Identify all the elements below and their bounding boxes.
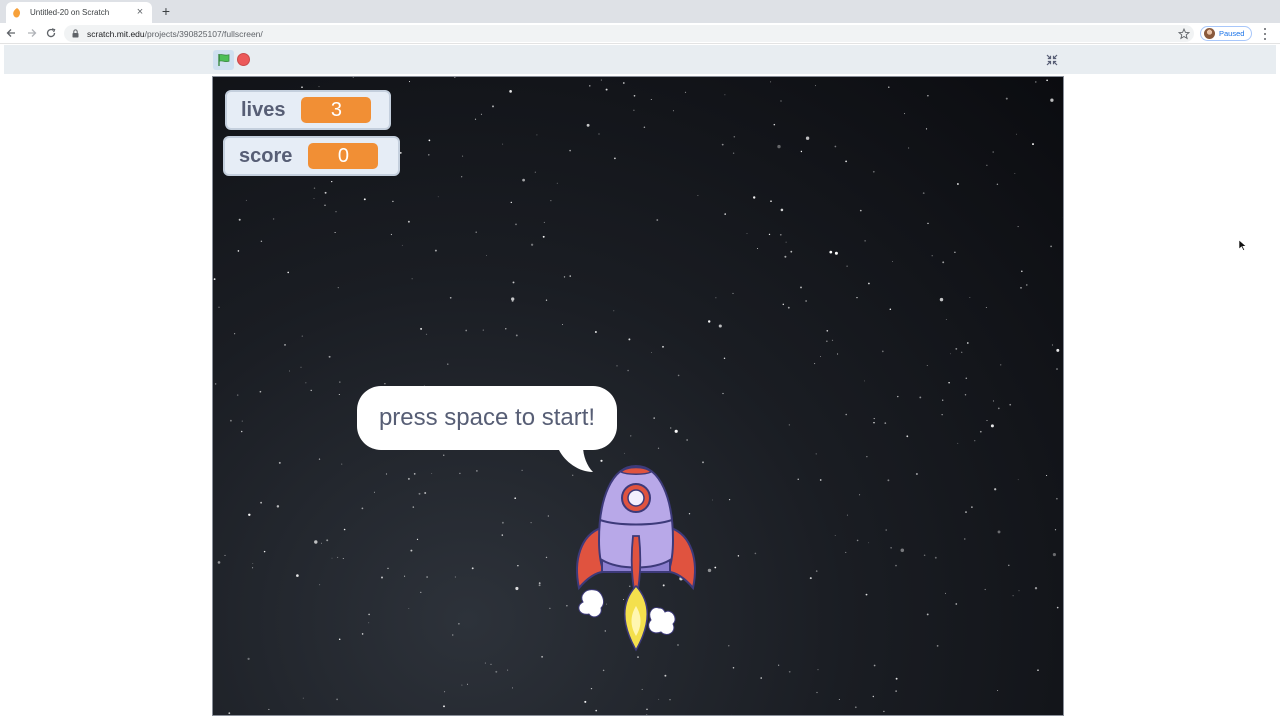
score-monitor[interactable]: score 0 [223, 136, 400, 176]
profile-status-label: Paused [1219, 29, 1245, 38]
back-arrow-icon[interactable] [4, 26, 18, 40]
lives-monitor[interactable]: lives 3 [225, 90, 391, 130]
speech-bubble: press space to start! [357, 386, 617, 450]
score-label: score [239, 144, 293, 167]
scratch-favicon-icon [12, 7, 22, 18]
browser-toolbar: scratch.mit.edu/projects/390825107/fulls… [0, 23, 1280, 44]
green-flag-button[interactable] [213, 50, 234, 70]
score-value: 0 [308, 143, 379, 169]
player-controls-bar [4, 45, 1276, 74]
browser-tab[interactable]: Untitled-20 on Scratch × [6, 2, 152, 23]
url-host: scratch.mit.edu [87, 28, 145, 39]
avatar [1204, 28, 1215, 39]
new-tab-icon[interactable]: + [158, 3, 174, 19]
project-stage[interactable]: lives 3 score 0 press space to start! [212, 76, 1064, 716]
tab-close-icon[interactable]: × [134, 7, 146, 18]
reload-icon[interactable] [44, 26, 58, 40]
forward-arrow-icon[interactable] [25, 26, 39, 40]
mouse-pointer-icon [1239, 240, 1247, 251]
exit-fullscreen-icon [1046, 54, 1058, 66]
lives-label: lives [241, 98, 286, 121]
lives-value: 3 [301, 97, 372, 123]
speech-bubble-text: press space to start! [378, 404, 596, 431]
rocket-sprite[interactable] [563, 460, 709, 660]
green-flag-icon [217, 54, 229, 66]
profile-button[interactable]: Paused [1200, 26, 1252, 41]
bookmark-star-icon[interactable] [1177, 27, 1191, 40]
address-bar[interactable]: scratch.mit.edu/projects/390825107/fulls… [64, 25, 1194, 42]
exit-fullscreen-button[interactable] [1042, 50, 1062, 70]
tab-title: Untitled-20 on Scratch [30, 8, 110, 17]
stop-button[interactable] [237, 53, 250, 66]
lock-icon [72, 29, 80, 38]
url-path: /projects/390825107/fullscreen/ [144, 28, 263, 39]
browser-tab-bar: Untitled-20 on Scratch × + [0, 0, 1280, 23]
url-text: scratch.mit.edu/projects/390825107/fulls… [87, 29, 263, 39]
browser-menu-icon[interactable] [1262, 27, 1268, 41]
